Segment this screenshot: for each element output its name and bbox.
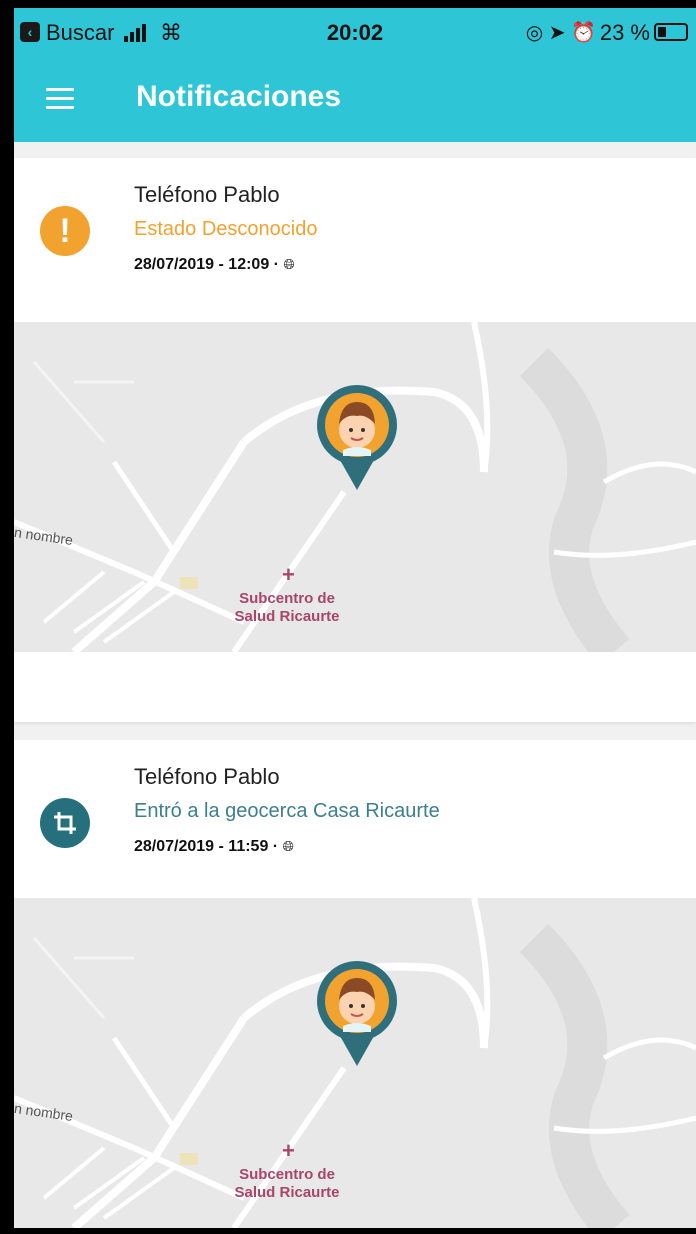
battery-percent: 23 % xyxy=(599,20,650,45)
notification-card[interactable]: ! Teléfono Pablo Estado Desconocido 28/0… xyxy=(14,158,696,722)
place-label: Subcentro de Salud Ricaurte xyxy=(234,590,340,625)
status-icons: ◎ ➤ ⏰ xyxy=(525,22,596,44)
location-pin-icon[interactable] xyxy=(316,384,398,494)
notification-status: Entró a la geocerca Casa Ricaurte xyxy=(134,800,440,822)
health-center-icon: + xyxy=(282,1138,295,1163)
menu-icon[interactable] xyxy=(46,88,74,112)
notification-datetime: 28/07/2019 - 11:59 · 🌐︎ xyxy=(134,838,294,855)
page-title: Notificaciones xyxy=(136,80,342,113)
geofence-crop-icon xyxy=(40,798,90,848)
globe-icon: 🌐︎ xyxy=(282,838,294,854)
map-view[interactable]: n nombre + Subcentro de Salud Ricaurte xyxy=(14,322,696,652)
device-name: Teléfono Pablo xyxy=(134,764,280,789)
notification-status: Estado Desconocido xyxy=(134,218,318,240)
map-view[interactable]: n nombre + Subcentro de Salud Ricaurte xyxy=(14,898,696,1228)
battery-icon xyxy=(654,23,688,41)
globe-icon: 🌐︎ xyxy=(283,256,295,272)
health-center-icon: + xyxy=(282,562,295,587)
location-pin-icon[interactable] xyxy=(316,960,398,1070)
app-bar: Notificaciones xyxy=(14,58,696,142)
warning-icon: ! xyxy=(40,206,90,256)
device-name: Teléfono Pablo xyxy=(134,182,280,207)
place-label: Subcentro de Salud Ricaurte xyxy=(234,1166,340,1201)
notification-datetime: 28/07/2019 - 12:09 · 🌐︎ xyxy=(134,256,295,273)
status-bar: ‹ Buscar ⌘ 20:02 ◎ ➤ ⏰ 23 % xyxy=(14,8,696,58)
notification-card[interactable]: Teléfono Pablo Entró a la geocerca Casa … xyxy=(14,740,696,1228)
screen: ‹ Buscar ⌘ 20:02 ◎ ➤ ⏰ 23 % Notificacion… xyxy=(14,8,696,1228)
